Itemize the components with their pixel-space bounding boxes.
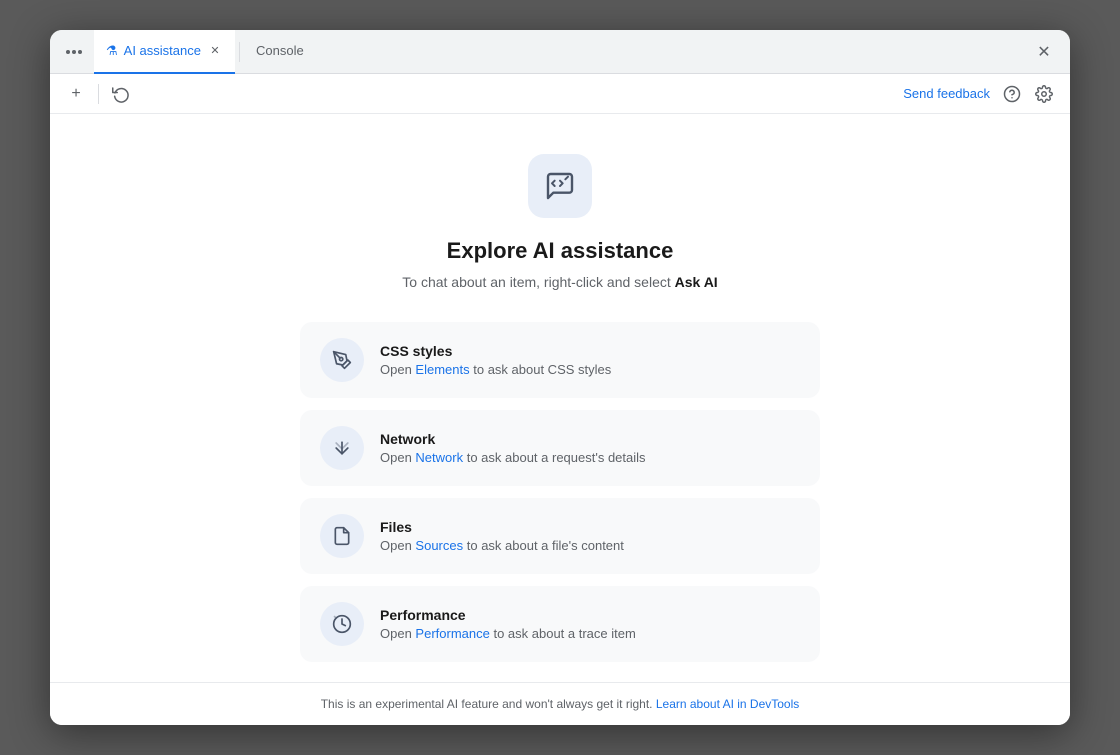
ai-icon-container	[528, 154, 592, 218]
tab-ai-assistance[interactable]: ⚗ AI assistance ✕	[94, 30, 235, 74]
feature-card-files: Files Open Sources to ask about a file's…	[300, 498, 820, 574]
network-feature-name: Network	[380, 431, 646, 447]
css-feature-desc: Open Elements to ask about CSS styles	[380, 362, 611, 377]
performance-icon	[320, 602, 364, 646]
feature-card-css: CSS styles Open Elements to ask about CS…	[300, 322, 820, 398]
feature-card-network: Network Open Network to ask about a requ…	[300, 410, 820, 486]
tab-ai-close[interactable]: ✕	[207, 43, 223, 59]
css-icon	[320, 338, 364, 382]
network-link[interactable]: Network	[415, 450, 463, 465]
files-icon	[320, 514, 364, 558]
css-feature-name: CSS styles	[380, 343, 611, 359]
tab-divider	[239, 42, 240, 62]
tab-group: ⚗ AI assistance ✕ Console	[94, 30, 1022, 74]
files-feature-info: Files Open Sources to ask about a file's…	[380, 519, 624, 553]
sources-link[interactable]: Sources	[415, 538, 463, 553]
tab-console[interactable]: Console	[244, 30, 316, 74]
new-tab-button[interactable]: +	[62, 80, 90, 108]
footer: This is an experimental AI feature and w…	[50, 682, 1070, 725]
performance-feature-info: Performance Open Performance to ask abou…	[380, 607, 636, 641]
feature-card-performance: Performance Open Performance to ask abou…	[300, 586, 820, 662]
network-icon	[320, 426, 364, 470]
performance-feature-desc: Open Performance to ask about a trace it…	[380, 626, 636, 641]
learn-ai-link[interactable]: Learn about AI in DevTools	[656, 697, 799, 711]
files-feature-desc: Open Sources to ask about a file's conte…	[380, 538, 624, 553]
send-feedback-link[interactable]: Send feedback	[903, 86, 990, 101]
performance-link[interactable]: Performance	[415, 626, 489, 641]
window-close-button[interactable]: ✕	[1030, 38, 1058, 66]
toolbar-separator	[98, 84, 99, 104]
titlebar: ⚗ AI assistance ✕ Console ✕	[50, 30, 1070, 74]
feature-list: CSS styles Open Elements to ask about CS…	[300, 322, 820, 662]
network-feature-info: Network Open Network to ask about a requ…	[380, 431, 646, 465]
main-content: Explore AI assistance To chat about an i…	[50, 114, 1070, 682]
toolbar: + Send feedback	[50, 74, 1070, 114]
settings-button[interactable]	[1030, 80, 1058, 108]
help-button[interactable]	[998, 80, 1026, 108]
css-feature-info: CSS styles Open Elements to ask about CS…	[380, 343, 611, 377]
files-feature-name: Files	[380, 519, 624, 535]
tab-console-label: Console	[256, 43, 304, 58]
page-title: Explore AI assistance	[447, 238, 674, 264]
network-feature-desc: Open Network to ask about a request's de…	[380, 450, 646, 465]
ai-chat-icon	[544, 170, 576, 202]
history-button[interactable]	[107, 80, 135, 108]
flask-icon: ⚗	[106, 43, 118, 59]
tab-ai-label: AI assistance	[124, 43, 201, 58]
menu-dots[interactable]	[62, 46, 86, 58]
explore-subtitle: To chat about an item, right-click and s…	[402, 274, 717, 290]
devtools-window: ⚗ AI assistance ✕ Console ✕ + Send feedb…	[50, 30, 1070, 725]
elements-link[interactable]: Elements	[415, 362, 469, 377]
performance-feature-name: Performance	[380, 607, 636, 623]
